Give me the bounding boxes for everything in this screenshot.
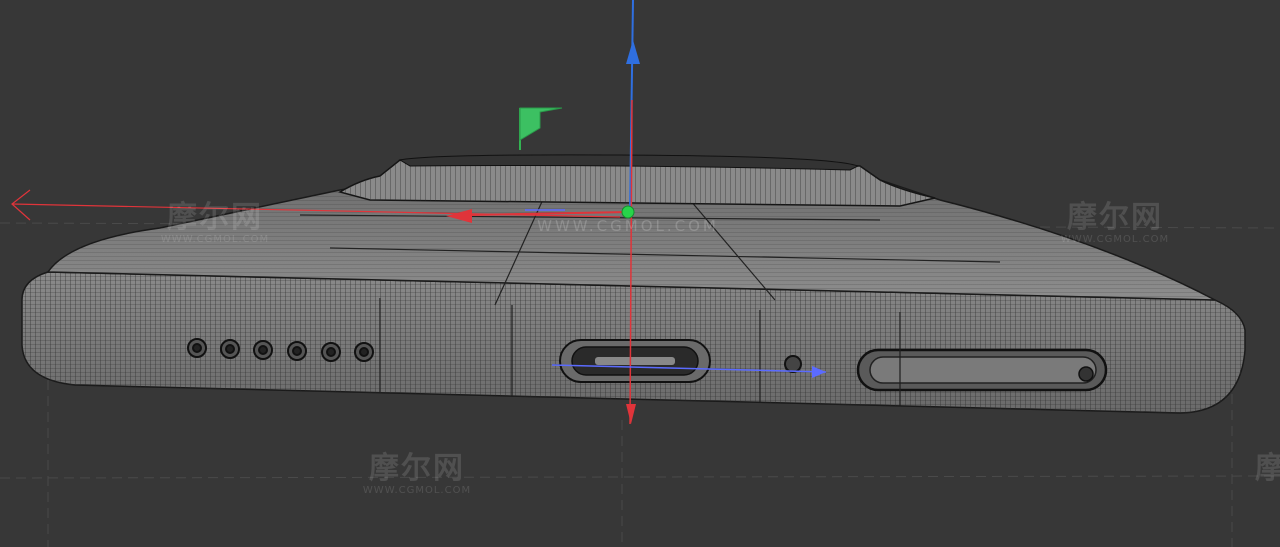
y-axis-plane-flag-icon[interactable]: [519, 107, 563, 141]
3d-viewport[interactable]: 摩尔网 WWW.CGMOL.COM 摩尔网 WWW.CGMOL.COM 摩尔网 …: [0, 0, 1280, 547]
microphone-hole: [784, 355, 802, 373]
x-axis-far-arrow-icon: [11, 189, 31, 221]
usb-c-port: [559, 339, 711, 383]
phone-model[interactable]: [21, 154, 1246, 414]
viewport-canvas[interactable]: [0, 0, 1280, 547]
z-axis-arrow-icon[interactable]: [626, 40, 640, 64]
pivot-point-icon[interactable]: [621, 205, 635, 219]
sim-eject-hole: [1078, 366, 1094, 382]
sim-tray: [856, 348, 1108, 392]
